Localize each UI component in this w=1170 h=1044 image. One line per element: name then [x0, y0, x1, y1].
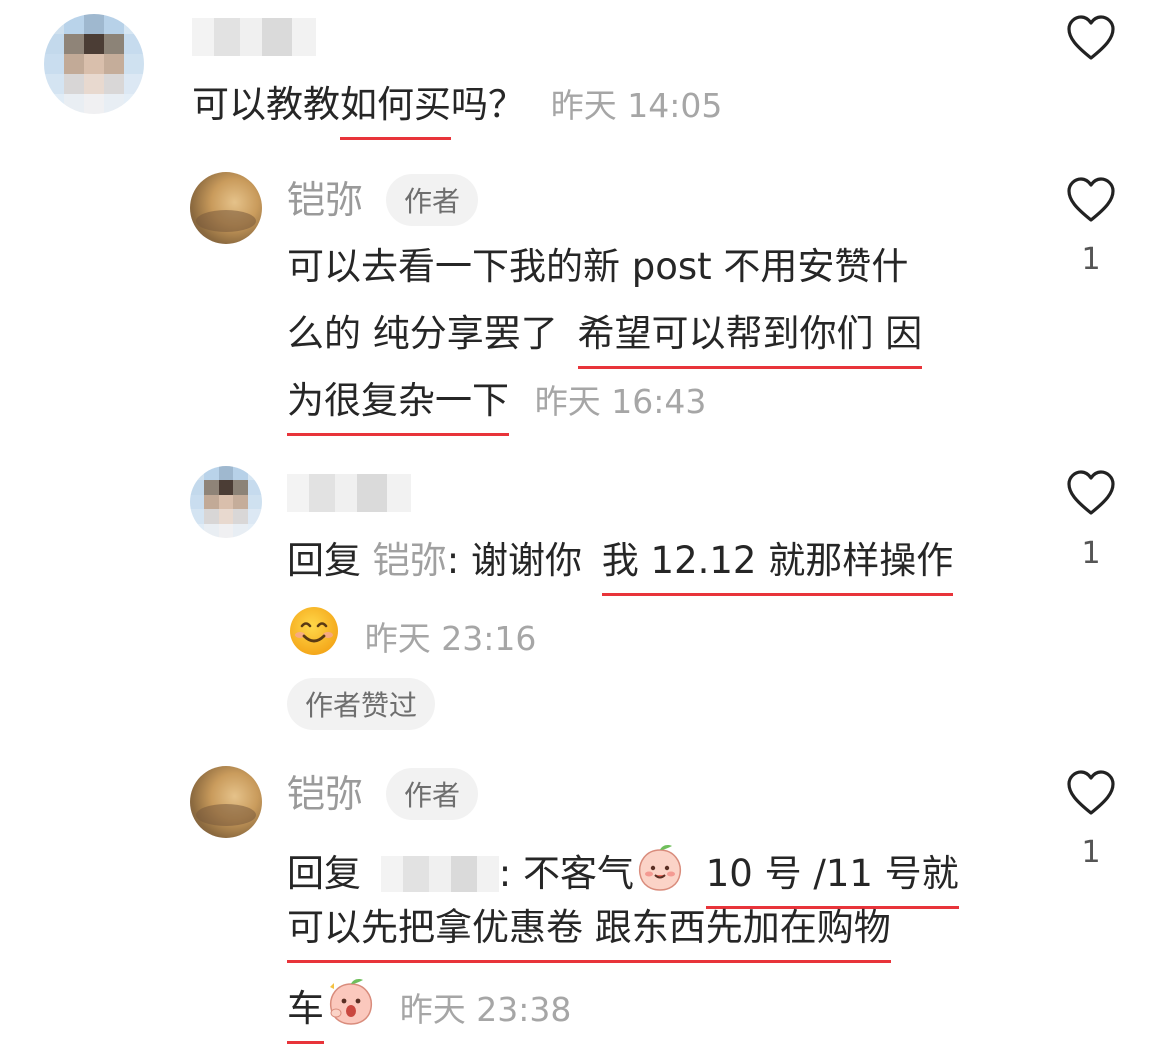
- like-count: 1: [1081, 835, 1101, 870]
- comment-text-line: 么的 纯分享罢了 希望可以帮到你们 因: [287, 312, 923, 369]
- heart-outline-icon[interactable]: [1066, 469, 1116, 517]
- heart-outline-icon[interactable]: [1066, 176, 1116, 224]
- comment-meta-line: 昨天 23:16: [287, 604, 536, 658]
- author-name[interactable]: 铠弥: [287, 775, 363, 813]
- underlined-text: 10 号 /11 号就: [705, 852, 959, 909]
- comment-time: 昨天 23:38: [399, 990, 572, 1029]
- author-tag: 作者: [386, 174, 479, 226]
- reply-to-name[interactable]: 铠弥: [373, 539, 447, 582]
- like-count: 1: [1081, 536, 1101, 571]
- commenter-avatar-blurred[interactable]: [190, 466, 262, 538]
- author-name[interactable]: 铠弥: [287, 181, 363, 219]
- comment-time: 昨天 23:16: [364, 619, 537, 658]
- underlined-text: 为很复杂一下: [287, 379, 509, 436]
- blurred-username: [380, 856, 499, 892]
- comment-text-line: 为很复杂一下 昨天 16:43: [287, 379, 707, 436]
- author-avatar[interactable]: [190, 172, 262, 244]
- blurred-username: [287, 474, 411, 512]
- underlined-text: 希望可以帮到你们 因: [577, 312, 923, 369]
- blurred-username: [192, 18, 316, 56]
- comment-text-line: 可以去看一下我的新 post 不用安赞什: [287, 245, 909, 288]
- author-avatar[interactable]: [190, 766, 262, 838]
- author-liked-tag: 作者赞过: [287, 678, 436, 730]
- smiling-face-emoji: [290, 607, 338, 655]
- comment-text-line: 回复 : 不客气 10 号 /11 号就: [287, 842, 959, 909]
- underlined-text: 可以先把拿优惠卷 跟东西先加在购物: [287, 906, 891, 963]
- comment-text: 可以教教如何买吗？ 昨天 14:05: [192, 83, 723, 140]
- peach-surprised-emoji: [329, 979, 373, 1025]
- author-tag: 作者: [386, 768, 479, 820]
- comment-time: 昨天 14:05: [550, 86, 723, 125]
- heart-outline-icon[interactable]: [1066, 14, 1116, 62]
- comment-time: 昨天 16:43: [534, 382, 707, 421]
- comment-text-line: 可以先把拿优惠卷 跟东西先加在购物: [287, 906, 891, 963]
- heart-outline-icon[interactable]: [1066, 769, 1116, 817]
- comment-text-line: 回复 铠弥: 谢谢你 我 12.12 就那样操作: [287, 539, 954, 596]
- underlined-text: 如何买: [340, 83, 451, 140]
- like-count: 1: [1081, 242, 1101, 277]
- underlined-text: 车: [287, 987, 324, 1044]
- peach-smile-emoji: [638, 845, 682, 891]
- commenter-avatar-blurred[interactable]: [44, 14, 144, 114]
- underlined-text: 我 12.12 就那样操作: [601, 539, 954, 596]
- comment-text-line: 车 昨天 23:38: [287, 975, 572, 1044]
